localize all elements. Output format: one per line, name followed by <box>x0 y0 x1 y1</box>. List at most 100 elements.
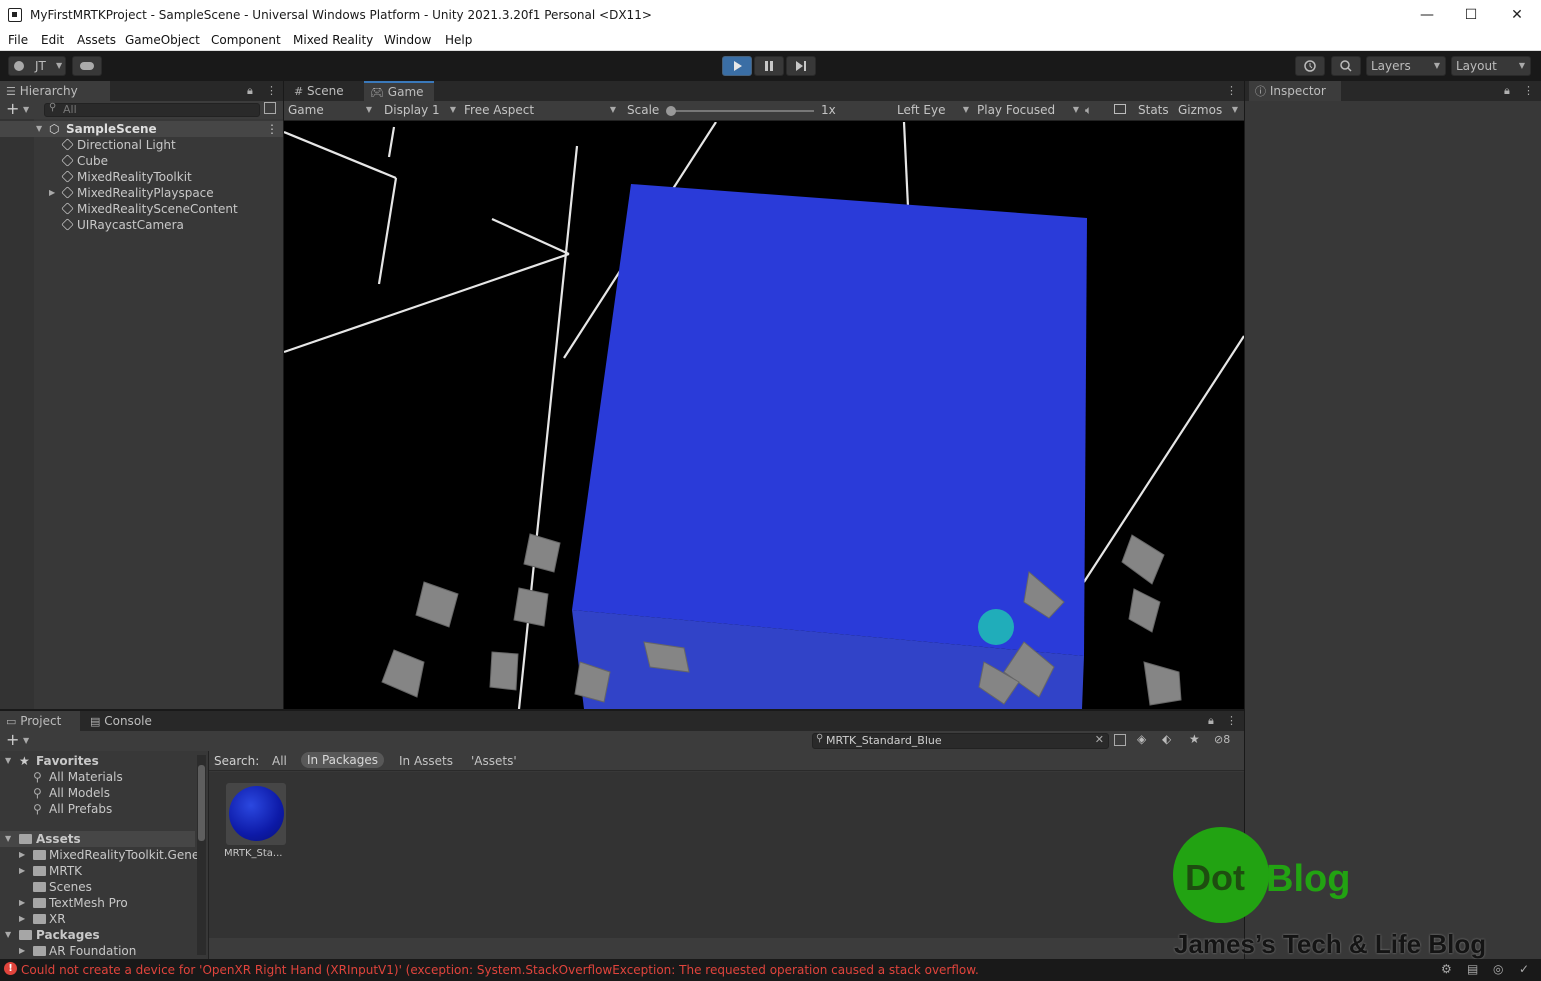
tab-project[interactable]: ▭ Project <box>0 711 80 731</box>
game-render-viewport[interactable] <box>284 122 1244 709</box>
more-icon[interactable]: ⋮ <box>1226 84 1237 97</box>
menu-help[interactable]: Help <box>445 33 472 47</box>
lock-icon[interactable]: 🔒︎ <box>1208 714 1214 728</box>
cache-icon[interactable]: ▤ <box>1467 962 1478 976</box>
hierarchy-item[interactable]: MixedRealitySceneContent <box>0 201 283 217</box>
lock-icon[interactable]: 🔒︎ <box>1504 84 1510 98</box>
scale-slider[interactable] <box>666 106 814 116</box>
expand-arrow-icon[interactable]: ▼ <box>5 753 11 769</box>
history-button[interactable] <box>1295 56 1325 76</box>
material-thumbnail[interactable] <box>226 783 286 845</box>
minimize-button[interactable]: — <box>1412 4 1442 26</box>
packages-root-row[interactable]: ▼ Packages <box>0 927 200 943</box>
tab-scene[interactable]: # Scene <box>288 81 362 101</box>
tab-inspector[interactable]: ⓘ Inspector <box>1249 81 1341 101</box>
step-button[interactable] <box>786 56 816 76</box>
display-dropdown[interactable]: Display 1 ▼ <box>384 101 456 119</box>
aspect-dropdown[interactable]: Free Aspect ▼ <box>464 101 616 119</box>
maximize-button[interactable]: ☐ <box>1456 4 1486 26</box>
mute-audio-icon[interactable]: 🔈︎ <box>1085 101 1107 119</box>
hierarchy-item[interactable]: Directional Light <box>0 137 283 153</box>
more-icon[interactable]: ⋮ <box>1523 84 1534 97</box>
eye-dropdown[interactable]: Left Eye ▼ <box>897 101 969 119</box>
add-icon[interactable]: + <box>6 99 19 118</box>
star-icon[interactable]: ★ <box>1189 732 1200 746</box>
chevron-down-icon[interactable]: ▼ <box>23 105 29 114</box>
search-options-icon[interactable] <box>264 102 276 114</box>
scrollbar-thumb[interactable] <box>198 765 205 841</box>
expand-arrow-icon[interactable]: ▶ <box>19 943 25 959</box>
expand-arrow-icon[interactable]: ▼ <box>36 121 42 137</box>
debug-icon[interactable]: ⚙ <box>1441 962 1452 976</box>
more-icon[interactable]: ⋮ <box>266 84 277 97</box>
hierarchy-item[interactable]: MixedRealityToolkit <box>0 169 283 185</box>
expand-arrow-icon[interactable]: ▶ <box>49 185 55 201</box>
tree-scrollbar[interactable] <box>197 755 206 955</box>
expand-arrow-icon[interactable]: ▶ <box>19 895 25 911</box>
add-icon[interactable]: + <box>6 730 19 749</box>
clear-search-icon[interactable]: ✕ <box>1095 733 1104 746</box>
hierarchy-item[interactable]: ▶ MixedRealityPlayspace <box>0 185 283 201</box>
hierarchy-item[interactable]: Cube <box>0 153 283 169</box>
folder-item[interactable]: ▶ AR Foundation <box>0 943 200 959</box>
tab-console[interactable]: ▤ Console <box>84 711 164 731</box>
close-button[interactable]: ✕ <box>1502 4 1532 26</box>
progress-icon[interactable]: ✓ <box>1519 962 1529 976</box>
pause-button[interactable] <box>754 56 784 76</box>
account-dropdown[interactable]: JT ▼ <box>8 56 66 76</box>
filter-type-icon[interactable]: ◈ <box>1137 732 1146 746</box>
lock-icon[interactable]: 🔒︎ <box>247 84 253 98</box>
tab-hierarchy[interactable]: ☰ Hierarchy <box>0 81 110 101</box>
menu-gameobject[interactable]: GameObject <box>125 33 200 47</box>
scope-in-assets[interactable]: In Assets <box>399 754 453 768</box>
expand-arrow-icon[interactable]: ▶ <box>19 847 25 863</box>
material-label[interactable]: MRTK_Sta... <box>224 848 294 859</box>
menu-mixed-reality[interactable]: Mixed Reality <box>293 33 373 47</box>
slider-thumb[interactable] <box>666 106 676 116</box>
project-search-input[interactable]: ⚲ MRTK_Standard_Blue ✕ <box>812 733 1109 749</box>
expand-arrow-icon[interactable]: ▶ <box>19 863 25 879</box>
chevron-down-icon[interactable]: ▼ <box>23 736 29 745</box>
more-icon[interactable]: ⋮ <box>1226 714 1237 727</box>
favorite-item[interactable]: ⚲ All Models <box>0 785 200 801</box>
expand-arrow-icon[interactable]: ▼ <box>5 831 11 847</box>
assets-root-row[interactable]: ▼ Assets <box>0 831 195 847</box>
menu-edit[interactable]: Edit <box>41 33 64 47</box>
hidden-packages-icon[interactable]: ⊘8 <box>1214 733 1230 746</box>
stats-button[interactable]: Stats <box>1138 101 1170 119</box>
scope-in-packages[interactable]: In Packages <box>301 752 384 768</box>
grid-toggle-icon[interactable] <box>1114 101 1130 119</box>
scope-all[interactable]: All <box>272 754 287 768</box>
menu-window[interactable]: Window <box>384 33 431 47</box>
status-error-message[interactable]: Could not create a device for 'OpenXR Ri… <box>21 963 979 977</box>
folder-item[interactable]: ▶ TextMesh Pro <box>0 895 200 911</box>
hierarchy-item[interactable]: UIRaycastCamera <box>0 217 283 233</box>
favorite-item[interactable]: ⚲ All Prefabs <box>0 801 200 817</box>
cloud-button[interactable] <box>72 56 102 76</box>
scope-assets-folder[interactable]: 'Assets' <box>471 754 517 768</box>
play-mode-dropdown[interactable]: Play Focused ▼ <box>977 101 1079 119</box>
scene-row[interactable]: ▼ ⬡ SampleScene ⋮ <box>0 121 283 137</box>
folder-item[interactable]: ▶ MRTK <box>0 863 200 879</box>
hierarchy-search-input[interactable]: ⚲ All <box>44 102 260 117</box>
network-icon[interactable]: ◎ <box>1493 962 1503 976</box>
gizmos-dropdown[interactable]: Gizmos ▼ <box>1178 101 1238 119</box>
folder-item[interactable]: ▶ XR <box>0 911 200 927</box>
expand-arrow-icon[interactable]: ▼ <box>5 927 11 943</box>
game-mode-dropdown[interactable]: Game ▼ <box>288 101 374 119</box>
layers-dropdown[interactable]: Layers ▼ <box>1366 56 1446 76</box>
folder-item[interactable]: Scenes <box>0 879 200 895</box>
search-options-icon[interactable] <box>1114 734 1126 746</box>
play-button[interactable] <box>722 56 752 76</box>
favorite-item[interactable]: ⚲ All Materials <box>0 769 200 785</box>
expand-arrow-icon[interactable]: ▶ <box>19 911 25 927</box>
search-button[interactable] <box>1331 56 1361 76</box>
favorites-row[interactable]: ▼ ★ Favorites <box>0 753 200 769</box>
menu-assets[interactable]: Assets <box>77 33 116 47</box>
layout-dropdown[interactable]: Layout ▼ <box>1451 56 1531 76</box>
tab-game[interactable]: 🎮︎ Game <box>364 81 434 101</box>
folder-item[interactable]: ▶ MixedRealityToolkit.Gene <box>0 847 200 863</box>
more-icon[interactable]: ⋮ <box>266 121 278 137</box>
menu-component[interactable]: Component <box>211 33 281 47</box>
tag-icon[interactable]: ⬖ <box>1162 732 1171 746</box>
